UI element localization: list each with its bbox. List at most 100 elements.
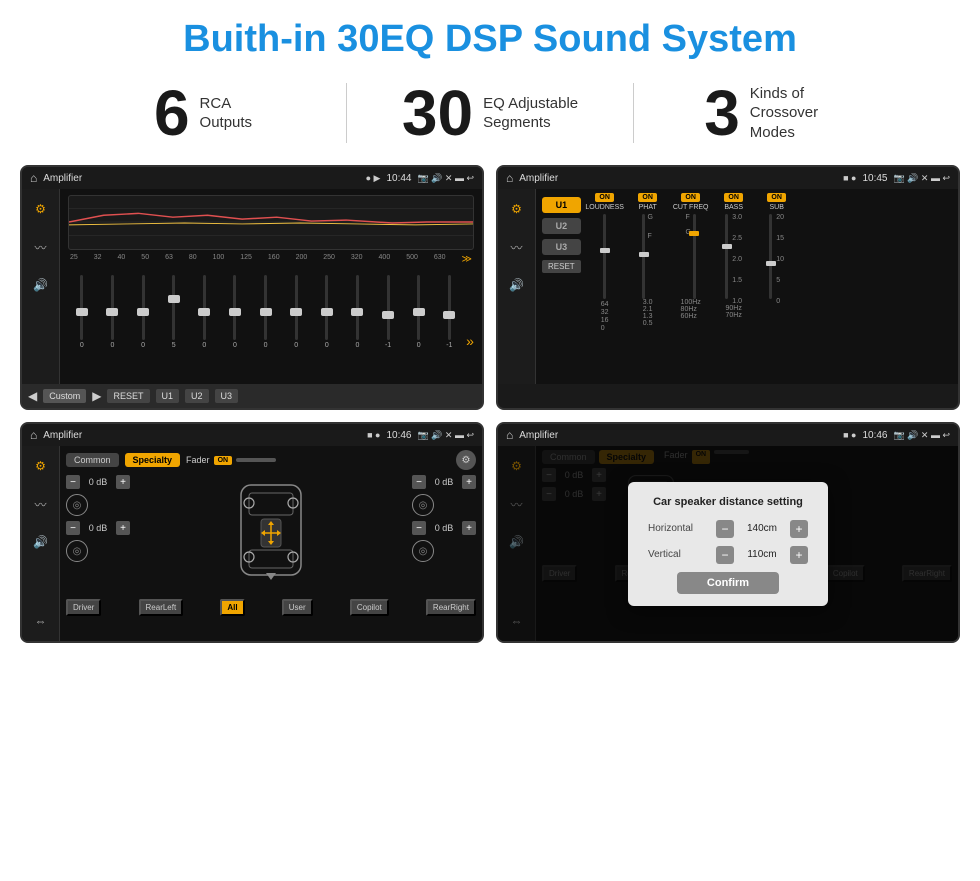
eq-more-icon[interactable]: » bbox=[466, 333, 474, 349]
status-title-2: Amplifier bbox=[519, 173, 837, 184]
dialog-vertical-plus[interactable]: + bbox=[790, 546, 808, 564]
speaker-tab-common[interactable]: Common bbox=[66, 453, 119, 467]
amp-u2-btn[interactable]: U2 bbox=[542, 218, 581, 234]
eq-slider-2[interactable]: 0 bbox=[129, 275, 157, 349]
eq-wave-icon[interactable]: 〰 bbox=[29, 235, 53, 259]
eq-reset-btn[interactable]: RESET bbox=[107, 389, 149, 403]
dialog-vertical-minus[interactable]: − bbox=[716, 546, 734, 564]
eq-u2-btn[interactable]: U2 bbox=[185, 389, 209, 403]
fader-slider[interactable] bbox=[236, 458, 276, 462]
status-icons-3: 📷 🔊 ✕ ▬ ↩ bbox=[418, 430, 475, 441]
dialog-title: Car speaker distance setting bbox=[648, 496, 808, 508]
home-icon-2[interactable]: ⌂ bbox=[506, 171, 513, 185]
amp-wave-icon-2[interactable]: 〰 bbox=[505, 235, 529, 259]
speaker-wave-icon[interactable]: 〰 bbox=[29, 492, 53, 516]
fader-on-badge[interactable]: ON bbox=[214, 456, 233, 465]
stat-number-crossover: 3 bbox=[704, 81, 740, 145]
dialog-horizontal-minus[interactable]: − bbox=[716, 520, 734, 538]
eq-slider-4[interactable]: 0 bbox=[191, 275, 219, 349]
eq-slider-3[interactable]: 5 bbox=[160, 275, 188, 349]
amp-phat-on[interactable]: ON bbox=[638, 193, 657, 202]
settings-icon[interactable]: ⚙ bbox=[456, 450, 476, 470]
speaker-balance-icon[interactable]: ⇔ bbox=[29, 609, 53, 633]
amp-speaker-icon-2[interactable]: 🔊 bbox=[505, 273, 529, 297]
speaker-driver-btn[interactable]: Driver bbox=[66, 599, 101, 616]
eq-slider-6[interactable]: 0 bbox=[252, 275, 280, 349]
db-plus-3[interactable]: + bbox=[462, 521, 476, 535]
eq-slider-7[interactable]: 0 bbox=[282, 275, 310, 349]
speaker-main: Common Specialty Fader ON ⚙ − bbox=[60, 446, 482, 641]
amp-channel-cutfreq: ON CUT FREQ FG 100Hz80Hz60Hz bbox=[671, 193, 711, 380]
eq-u3-btn[interactable]: U3 bbox=[215, 389, 239, 403]
speaker-icon-row-3: ◎ bbox=[412, 540, 476, 562]
eq-slider-1[interactable]: 0 bbox=[99, 275, 127, 349]
media-dots-3: ■ ● bbox=[367, 430, 380, 440]
amp-cutfreq-on[interactable]: ON bbox=[681, 193, 700, 202]
eq-slider-11[interactable]: 0 bbox=[405, 275, 433, 349]
dialog-horizontal-plus[interactable]: + bbox=[790, 520, 808, 538]
status-icons-4: 📷 🔊 ✕ ▬ ↩ bbox=[894, 430, 951, 441]
fader-row: Fader ON bbox=[186, 455, 276, 465]
speaker-icon-row-2: ◎ bbox=[412, 494, 476, 516]
status-icons-2: 📷 🔊 ✕ ▬ ↩ bbox=[894, 173, 951, 184]
speaker-circle-0: ◎ bbox=[66, 494, 88, 516]
speaker-footer: Driver RearLeft All User Copilot RearRig… bbox=[66, 599, 476, 616]
amp-channels-row: ON LOUDNESS 6432160 bbox=[585, 193, 952, 380]
db-minus-0[interactable]: − bbox=[66, 475, 80, 489]
media-dots-2: ■ ● bbox=[843, 173, 856, 183]
eq-slider-10[interactable]: -1 bbox=[374, 275, 402, 349]
amp-tune-icon-2[interactable]: ⚙ bbox=[505, 197, 529, 221]
db-plus-0[interactable]: + bbox=[116, 475, 130, 489]
eq-u1-btn[interactable]: U1 bbox=[156, 389, 180, 403]
speaker-rearleft-btn[interactable]: RearLeft bbox=[139, 599, 184, 616]
dialog-confirm-button[interactable]: Confirm bbox=[677, 572, 779, 594]
db-plus-2[interactable]: + bbox=[462, 475, 476, 489]
dialog-box: Car speaker distance setting Horizontal … bbox=[628, 482, 828, 606]
speaker-rearright-btn[interactable]: RearRight bbox=[426, 599, 476, 616]
screen-eq-container: ⌂ Amplifier ● ▶ 10:44 📷 🔊 ✕ ▬ ↩ ⚙ 〰 🔊 bbox=[20, 165, 484, 410]
db-control-2: − 0 dB + bbox=[412, 475, 476, 489]
speaker-tune-icon[interactable]: ⚙ bbox=[29, 454, 53, 478]
status-title-4: Amplifier bbox=[519, 430, 837, 441]
eq-custom-btn[interactable]: Custom bbox=[43, 389, 86, 403]
speaker-all-btn[interactable]: All bbox=[220, 599, 244, 616]
eq-slider-5[interactable]: 0 bbox=[221, 275, 249, 349]
speaker-vol-icon[interactable]: 🔊 bbox=[29, 530, 53, 554]
eq-prev-icon[interactable]: ◀ bbox=[28, 389, 37, 403]
amp-channel-sub: ON SUB 20151050 bbox=[757, 193, 797, 380]
amp-u1-btn[interactable]: U1 bbox=[542, 197, 581, 213]
amp-loudness-on[interactable]: ON bbox=[595, 193, 614, 202]
db-minus-2[interactable]: − bbox=[412, 475, 426, 489]
eq-graph bbox=[68, 195, 474, 250]
amp-sub-on[interactable]: ON bbox=[767, 193, 786, 202]
db-control-0: − 0 dB + bbox=[66, 475, 130, 489]
db-minus-3[interactable]: − bbox=[412, 521, 426, 535]
eq-play-icon[interactable]: ▶ bbox=[92, 389, 101, 403]
db-minus-1[interactable]: − bbox=[66, 521, 80, 535]
eq-slider-0[interactable]: 0 bbox=[68, 275, 96, 349]
eq-slider-9[interactable]: 0 bbox=[344, 275, 372, 349]
speaker-user-btn[interactable]: User bbox=[282, 599, 313, 616]
home-icon-1[interactable]: ⌂ bbox=[30, 171, 37, 185]
amp-bass-on[interactable]: ON bbox=[724, 193, 743, 202]
eq-slider-12[interactable]: -1 bbox=[436, 275, 464, 349]
home-icon-4[interactable]: ⌂ bbox=[506, 428, 513, 442]
screen-speaker-container: ⌂ Amplifier ■ ● 10:46 📷 🔊 ✕ ▬ ↩ ⚙ 〰 🔊 ⇔ … bbox=[20, 422, 484, 643]
speaker-tab-specialty[interactable]: Specialty bbox=[125, 453, 181, 467]
db-plus-1[interactable]: + bbox=[116, 521, 130, 535]
screens-grid: ⌂ Amplifier ● ▶ 10:44 📷 🔊 ✕ ▬ ↩ ⚙ 〰 🔊 bbox=[0, 160, 980, 653]
amp-reset-btn[interactable]: RESET bbox=[542, 260, 581, 273]
eq-speaker-icon[interactable]: 🔊 bbox=[29, 273, 53, 297]
car-diagram-svg bbox=[221, 475, 321, 595]
eq-slider-8[interactable]: 0 bbox=[313, 275, 341, 349]
status-time-2: 10:45 bbox=[862, 173, 887, 184]
eq-tune-icon[interactable]: ⚙ bbox=[29, 197, 53, 221]
status-time-3: 10:46 bbox=[386, 430, 411, 441]
screen-speaker-body: ⚙ 〰 🔊 ⇔ Common Specialty Fader ON ⚙ bbox=[22, 446, 482, 641]
amp-u3-btn[interactable]: U3 bbox=[542, 239, 581, 255]
home-icon-3[interactable]: ⌂ bbox=[30, 428, 37, 442]
dialog-horizontal-value: 140cm bbox=[742, 523, 782, 534]
status-bar-3: ⌂ Amplifier ■ ● 10:46 📷 🔊 ✕ ▬ ↩ bbox=[22, 424, 482, 446]
speaker-copilot-btn[interactable]: Copilot bbox=[350, 599, 389, 616]
speaker-sidebar: ⚙ 〰 🔊 ⇔ bbox=[22, 446, 60, 641]
